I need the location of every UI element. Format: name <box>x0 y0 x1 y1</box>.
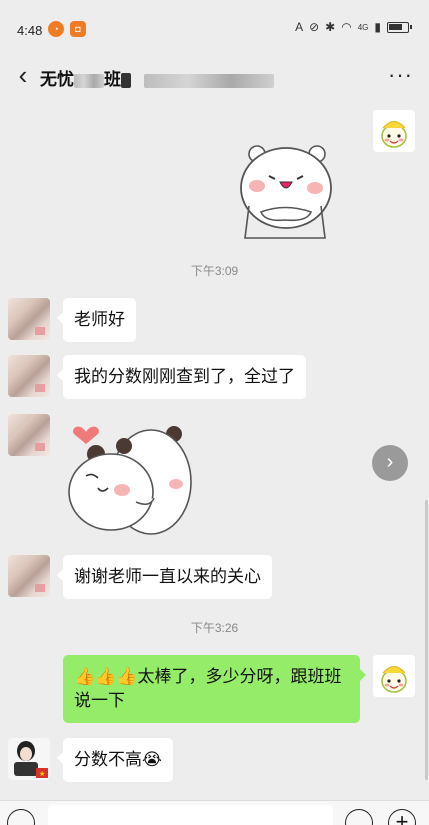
self-avatar[interactable] <box>373 655 415 697</box>
contact-avatar[interactable] <box>8 355 50 397</box>
scrollbar[interactable] <box>425 500 428 780</box>
sent-message-bubble[interactable]: 👍👍👍太棒了，多少分呀，跟班班说一下 <box>63 655 366 723</box>
auto-brightness-icon: A <box>295 20 304 34</box>
emoji-button[interactable] <box>345 809 373 825</box>
input-bar: + <box>0 800 429 825</box>
timestamp-divider: 下午3:09 <box>190 264 239 278</box>
status-time: 4:48 <box>17 23 43 38</box>
contact-avatar[interactable] <box>8 414 50 456</box>
forward-button[interactable]: › <box>372 445 408 481</box>
back-button[interactable]: ‹ <box>8 60 38 90</box>
girl-avatar-icon: ★ <box>8 738 50 780</box>
battery-icon <box>387 21 412 33</box>
self-avatar[interactable] <box>373 110 415 152</box>
status-bar: 4:48 ◔ ◘ A ⊘ ✱ ◠ 4G ▮ <box>0 0 429 56</box>
chat-title-text: 无忧 <box>40 70 74 89</box>
wifi-icon: ◠ <box>341 20 352 34</box>
redacted-text <box>143 73 274 88</box>
mute-icon: ⊘ <box>309 20 320 34</box>
received-message-bubble[interactable]: 老师好 <box>57 298 136 342</box>
received-message-bubble[interactable]: 谢谢老师一直以来的关心 <box>57 555 272 599</box>
status-indicators: A ⊘ ✱ ◠ 4G ▮ <box>295 20 412 34</box>
redacted-text <box>74 73 104 88</box>
timestamp-divider: 下午3:26 <box>190 621 239 635</box>
more-options-button[interactable]: ··· <box>388 60 413 90</box>
redacted-text <box>121 73 131 89</box>
weibo-notification-icon: ◔ <box>48 21 64 37</box>
received-message-bubble[interactable]: 我的分数刚刚查到了，全过了 <box>57 355 306 399</box>
signal-icon: ▮ <box>374 20 381 34</box>
chat-title-suffix: 班 <box>104 70 121 89</box>
received-sticker-bears[interactable] <box>66 412 194 542</box>
received-message-bubble[interactable]: 分数不高😭 <box>57 738 173 782</box>
chat-header: ‹ 无忧 班 ··· <box>0 56 429 96</box>
contact-avatar[interactable]: ★ <box>8 738 50 780</box>
network-type-label: 4G <box>357 22 369 32</box>
more-actions-button[interactable]: + <box>388 809 416 825</box>
chat-title[interactable]: 无忧 班 <box>40 65 274 90</box>
svg-text:★: ★ <box>39 770 45 778</box>
hugging-bears-sticker-icon <box>68 426 192 535</box>
sent-sticker-bear[interactable] <box>235 138 335 248</box>
bluetooth-icon: ✱ <box>325 20 336 34</box>
app-notification-icon: ◘ <box>70 21 86 37</box>
cartoon-avatar-icon <box>373 655 415 697</box>
contact-avatar[interactable] <box>8 555 50 597</box>
voice-input-button[interactable] <box>7 809 35 825</box>
contact-avatar[interactable] <box>8 298 50 340</box>
bear-sticker-icon <box>240 145 332 239</box>
cartoon-avatar-icon <box>373 110 415 152</box>
message-input[interactable] <box>48 805 333 825</box>
